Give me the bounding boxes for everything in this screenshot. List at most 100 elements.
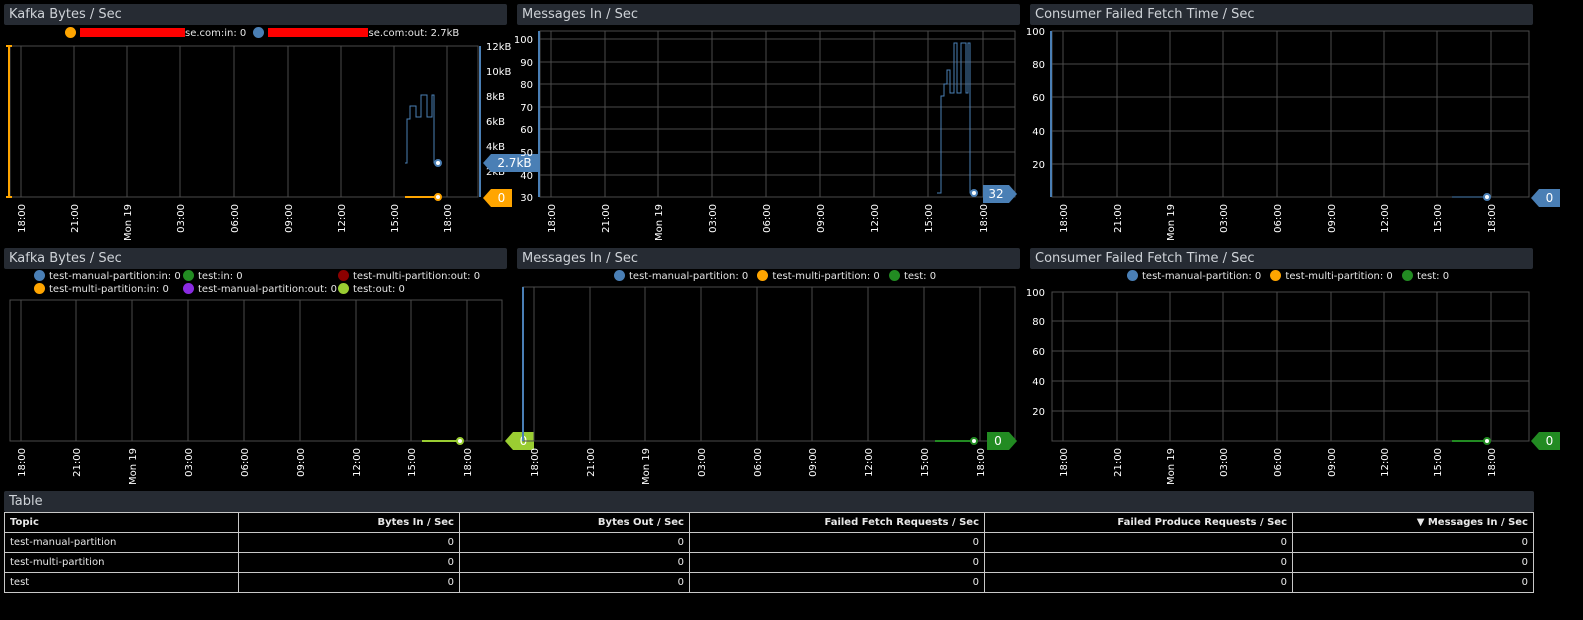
y-tick-label: 100 xyxy=(1026,27,1045,38)
y-tick-label: 6kB xyxy=(486,117,505,128)
x-tick-label: 15:00 xyxy=(407,448,418,477)
x-tick-label: 18:00 xyxy=(1487,448,1498,477)
x-tick-label: 18:00 xyxy=(976,448,987,477)
table-header-row: Topic Bytes In / Sec Bytes Out / Sec Fai… xyxy=(4,512,1534,533)
x-tick-label: 18:00 xyxy=(1059,448,1070,477)
x-tick-label: 18:00 xyxy=(1059,204,1070,233)
col-messages-in[interactable]: ▼ Messages In / Sec xyxy=(1292,512,1534,533)
col-topic[interactable]: Topic xyxy=(4,512,239,533)
cell-value: 0 xyxy=(984,552,1293,573)
value-badge-in-label: 0 xyxy=(498,191,506,205)
col-bytes-in[interactable]: Bytes In / Sec xyxy=(238,512,460,533)
x-tick-label: 21:00 xyxy=(586,448,597,477)
x-tick-label: 12:00 xyxy=(864,448,875,477)
y-tick-label: 12kB xyxy=(486,42,512,53)
table-row[interactable]: test-manual-partition 0 0 0 0 0 xyxy=(4,532,1534,553)
x-tick-label: 06:00 xyxy=(753,448,764,477)
last-point-out xyxy=(434,159,442,167)
y-tick-label: 10kB xyxy=(486,67,512,78)
x-tick-label: 18:00 xyxy=(1487,204,1498,233)
cell-value: 0 xyxy=(459,572,690,593)
y-tick-label: 4kB xyxy=(486,142,505,153)
y-tick-label: 30 xyxy=(520,193,533,204)
x-tick-label: 09:00 xyxy=(296,448,307,477)
x-tick-label: 06:00 xyxy=(240,448,251,477)
x-tick-label: 15:00 xyxy=(390,204,401,233)
y-tick-label: 80 xyxy=(1032,60,1045,71)
last-point-fetch xyxy=(1483,193,1491,201)
x-tick-label: 15:00 xyxy=(1433,448,1444,477)
cell-value: 0 xyxy=(1292,552,1534,573)
last-point-messages xyxy=(970,189,978,197)
y-tick-label: 70 xyxy=(520,103,533,114)
x-tick-label: Mon 19 xyxy=(654,204,665,241)
table-row[interactable]: test-multi-partition 0 0 0 0 0 xyxy=(4,552,1534,573)
x-tick-label: 18:00 xyxy=(443,204,454,233)
col-failed-fetch[interactable]: Failed Fetch Requests / Sec xyxy=(689,512,985,533)
series-out-line xyxy=(405,94,438,164)
x-tick-label: 12:00 xyxy=(870,204,881,233)
x-tick-label: 06:00 xyxy=(230,204,241,233)
plot-frame xyxy=(9,299,503,442)
table-row[interactable]: test 0 0 0 0 0 xyxy=(4,572,1534,593)
cell-value: 0 xyxy=(459,532,690,553)
col-failed-produce[interactable]: Failed Produce Requests / Sec xyxy=(984,512,1293,533)
x-tick-label: 03:00 xyxy=(708,204,719,233)
cell-value: 0 xyxy=(689,552,985,573)
y-tick-label: 90 xyxy=(520,58,533,69)
x-tick-label: 03:00 xyxy=(697,448,708,477)
last-point-test xyxy=(970,437,978,445)
value-badge-fetch-label: 0 xyxy=(1546,191,1554,205)
value-badge-test xyxy=(987,432,1017,450)
y-tick-label: 100 xyxy=(1026,288,1045,299)
y-tick-label: 60 xyxy=(1032,93,1045,104)
x-tick-label: 15:00 xyxy=(924,204,935,233)
value-badge-messages-label: 32 xyxy=(988,187,1003,201)
plot-frame xyxy=(522,286,1016,442)
cell-value: 0 xyxy=(689,532,985,553)
x-tick-label: 18:00 xyxy=(463,448,474,477)
cell-value: 0 xyxy=(238,532,460,553)
x-tick-label: 09:00 xyxy=(1327,448,1338,477)
cell-value: 0 xyxy=(238,572,460,593)
cell-topic: test-multi-partition xyxy=(4,552,239,573)
x-tick-label: 12:00 xyxy=(337,204,348,233)
x-tick-label: 09:00 xyxy=(1327,204,1338,233)
cell-value: 0 xyxy=(984,532,1293,553)
cell-topic: test xyxy=(4,572,239,593)
plot-frame xyxy=(9,45,479,198)
x-tick-label: 18:00 xyxy=(979,204,990,233)
x-tick-label: 21:00 xyxy=(1113,448,1124,477)
y-tick-label: 80 xyxy=(520,80,533,91)
cell-value: 0 xyxy=(984,572,1293,593)
x-tick-label: Mon 19 xyxy=(128,448,139,485)
cell-value: 0 xyxy=(1292,572,1534,593)
x-tick-label: Mon 19 xyxy=(641,448,652,485)
last-point-test xyxy=(1483,437,1491,445)
value-badge-test-label: 0 xyxy=(1546,434,1554,448)
y-tick-label: 40 xyxy=(1032,377,1045,388)
y-tick-label: 40 xyxy=(1032,127,1045,138)
x-tick-label: 03:00 xyxy=(184,448,195,477)
y-tick-label: 80 xyxy=(1032,317,1045,328)
plot-frame xyxy=(1051,291,1530,442)
x-tick-label: 06:00 xyxy=(762,204,773,233)
table-title: Table xyxy=(4,491,1534,512)
x-tick-label: Mon 19 xyxy=(123,204,134,241)
x-tick-label: 06:00 xyxy=(1273,204,1284,233)
y-tick-label: 60 xyxy=(1032,347,1045,358)
y-tick-label: 40 xyxy=(520,171,533,182)
y-tick-label: 8kB xyxy=(486,92,505,103)
y-tick-label: 60 xyxy=(520,125,533,136)
x-tick-label: Mon 19 xyxy=(1166,448,1177,485)
x-tick-label: 15:00 xyxy=(920,448,931,477)
charts-canvas: 2kB4kB6kB8kB10kB12kB18:00 21:00 Mon 19 03:0… xyxy=(6,27,1560,485)
cell-value: 0 xyxy=(459,552,690,573)
x-tick-label: 21:00 xyxy=(601,204,612,233)
x-tick-label: 18:00 xyxy=(547,204,558,233)
y-tick-label: 20 xyxy=(1032,407,1045,418)
col-bytes-out[interactable]: Bytes Out / Sec xyxy=(459,512,690,533)
x-tick-label: 09:00 xyxy=(808,448,819,477)
x-tick-label: 03:00 xyxy=(176,204,187,233)
x-tick-label: 12:00 xyxy=(352,448,363,477)
